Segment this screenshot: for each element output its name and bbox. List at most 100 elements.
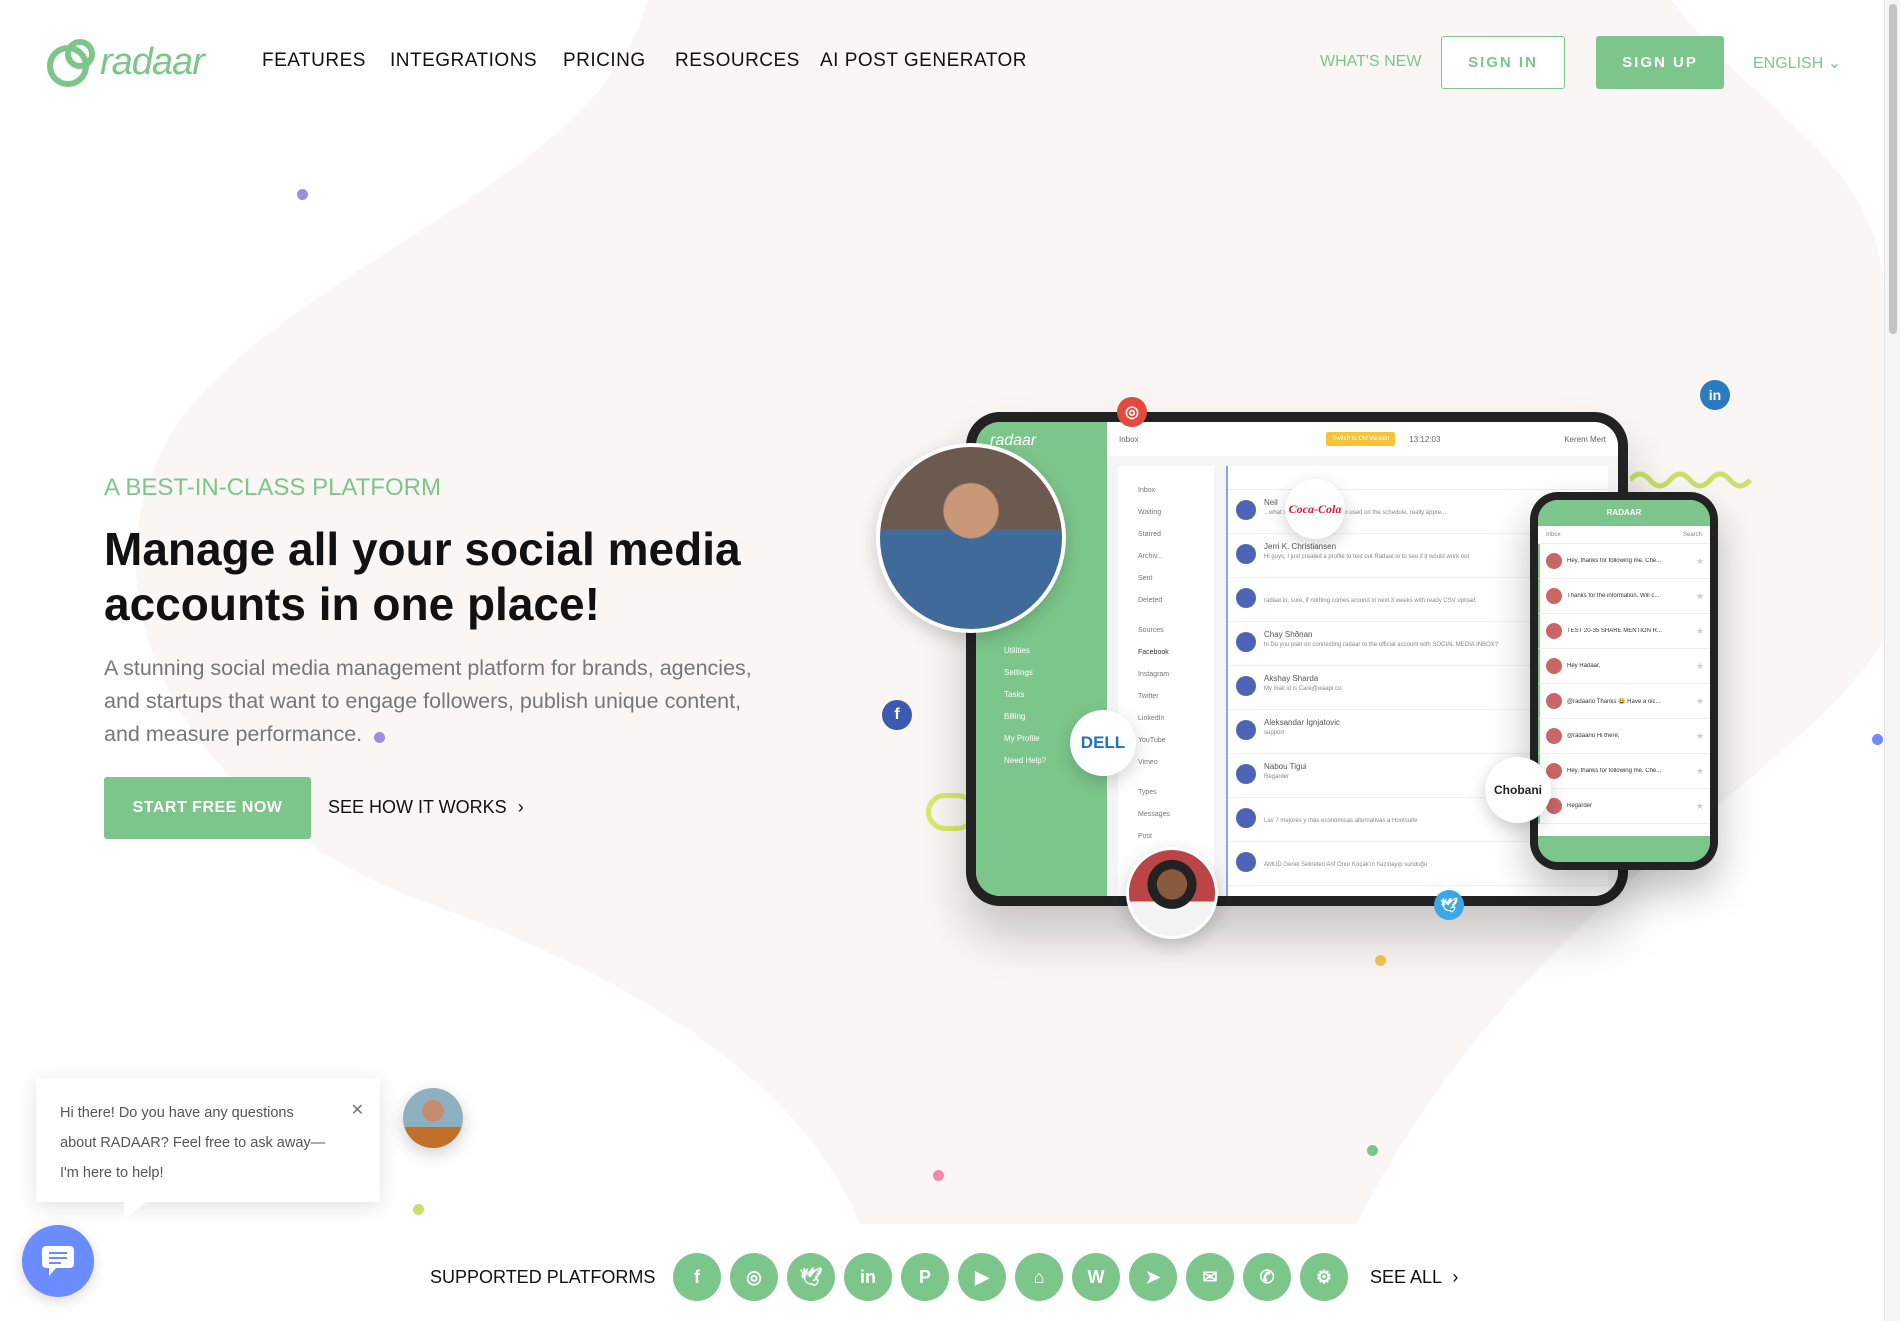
nav-features[interactable]: FEATURES [262,50,366,72]
nav-ai-post-generator[interactable]: AI POST GENERATOR [820,50,1027,72]
phone-message-text: @radaario Hi there, [1567,733,1620,739]
message-sender: Aleksandar Ignjatovic [1264,718,1341,727]
hero-eyebrow: A BEST-IN-CLASS PLATFORM [104,474,441,501]
avatar [1546,588,1562,604]
settings-icon[interactable]: ⚙ [1300,1253,1348,1301]
nav-resources[interactable]: RESOURCES [675,50,800,72]
type: Messages [1138,811,1170,818]
avatar [1546,553,1562,569]
folder: Waiting [1138,509,1162,516]
desc-line: A stunning social media management platf… [104,656,752,680]
star-icon: ★ [1695,625,1704,636]
linkedin-icon[interactable]: in [844,1253,892,1301]
avatar [1236,500,1256,520]
types-label: Types [1138,789,1157,796]
person-photo [876,443,1066,633]
nav-integrations[interactable]: INTEGRATIONS [390,50,537,72]
language-select[interactable]: ENGLISH ⌄ [1753,53,1841,73]
see-how-label: SEE HOW IT WORKS [328,797,507,817]
avatar [1236,764,1256,784]
chat-icon [42,1246,74,1276]
scrollbar-thumb[interactable] [1888,4,1897,334]
sign-up-button[interactable]: SIGN UP [1596,36,1724,89]
youtube-icon[interactable]: ▶ [958,1253,1006,1301]
app-switch-button: Switch to Old Version [1326,432,1396,446]
avatar [1236,676,1256,696]
brand-name: Coca-Cola [1288,501,1342,516]
chat-message-line: about RADAAR? Feel free to ask away— [60,1135,326,1151]
start-free-button[interactable]: START FREE NOW [104,777,311,839]
hero-title: Manage all your social media accounts in… [104,522,741,632]
google-my-business-icon[interactable]: ⌂ [1015,1253,1063,1301]
logo-icon [47,39,95,87]
scrollbar[interactable] [1884,0,1900,1321]
close-icon[interactable]: ✕ [351,1096,364,1126]
logo[interactable]: radaar [46,36,205,88]
message-sender: Nabou Tigui [1264,762,1307,771]
source: Twitter [1138,693,1159,700]
star-icon: ★ [1695,555,1704,566]
brand-badge-chobani: Chobani [1485,757,1551,823]
type: Post [1138,833,1153,840]
logo-text: radaar [100,40,205,83]
phone-message: TEST 20-35 SHARE MENTION R... ★ [1538,614,1710,649]
app-sidebar-item: Need Help? [1004,756,1047,765]
decor-dot [1375,955,1386,966]
chat-message-line: Hi there! Do you have any questions [60,1105,294,1121]
see-all-label: SEE ALL [1370,1267,1442,1287]
avatar [1236,632,1256,652]
see-all-link[interactable]: SEE ALL › [1370,1267,1458,1288]
phone-message: @radaario Thanks 😀 Have a nic... ★ [1538,684,1710,719]
nav-pricing[interactable]: PRICING [563,50,646,72]
see-how-it-works-link[interactable]: SEE HOW IT WORKS › [328,797,524,818]
desc-line: and startups that want to engage followe… [104,689,742,713]
phone-message-text: Hey Radaar, [1567,663,1601,669]
avatar [1236,544,1256,564]
twitter-icon[interactable]: 🕊 [787,1253,835,1301]
app-user: Kerem Mert [1564,434,1606,444]
decor-dot [297,189,308,200]
pinterest-icon[interactable]: P [901,1253,949,1301]
instagram-icon[interactable]: ◎ [730,1253,778,1301]
sms-icon[interactable]: ✉ [1186,1253,1234,1301]
phone-message-text: TEST 20-35 SHARE MENTION R... [1567,628,1662,634]
message-sender: Akshay Sharda [1264,674,1319,683]
agent-avatar[interactable] [403,1088,463,1148]
app-sidebar-item: Utilities [1004,646,1030,655]
message-sender: Neil [1264,498,1278,507]
phone-message: Thanks for the information. Will c... ★ [1538,579,1710,614]
app-sidebar-item: Billing [1004,712,1026,721]
star-icon: ★ [1695,765,1704,776]
sign-in-button[interactable]: SIGN IN [1441,36,1565,89]
source: Instagram [1138,671,1170,678]
message-preview: My mail id is Care@waapi.co [1264,686,1342,692]
chat-launcher-button[interactable] [22,1225,94,1297]
person-photo [1126,847,1218,939]
supported-platforms-label: SUPPORTED PLATFORMS [430,1267,656,1287]
folder: Inbox [1138,487,1156,494]
phone-message-text: Thanks for the information. Will c... [1567,593,1660,599]
twitter-icon: 🕊 [1434,890,1464,920]
facebook-icon[interactable]: f [673,1253,721,1301]
folder: Sent [1138,575,1153,582]
app-time: 13:12:03 [1409,434,1441,444]
brand-badge-dell: DELL [1070,710,1136,776]
whatsapp-icon[interactable]: ✆ [1243,1253,1291,1301]
phone-title: RADAAR [1538,500,1710,526]
message-sender: Jerri K. Christiansen [1264,542,1337,551]
app-sidebar-item: My Profile [1004,734,1040,743]
phone-message: Regarder ★ [1538,789,1710,824]
hero-description: A stunning social media management platf… [104,652,752,751]
whats-new-link[interactable]: WHAT'S NEW [1320,53,1421,71]
message-preview: Regarder [1264,774,1290,780]
message-preview: Las 7 mejores y más económicas alternati… [1264,818,1418,824]
avatar [1546,658,1562,674]
telegram-icon[interactable]: ➤ [1129,1253,1177,1301]
chat-message-line: I'm here to help! [60,1165,164,1181]
decor-dot [1367,1145,1378,1156]
avatar [1236,852,1256,872]
folder: Starred [1138,531,1161,538]
wordpress-icon[interactable]: W [1072,1253,1120,1301]
brand-badge-coca-cola: Coca-Cola [1285,479,1345,539]
phone-search: Search [1682,531,1702,538]
